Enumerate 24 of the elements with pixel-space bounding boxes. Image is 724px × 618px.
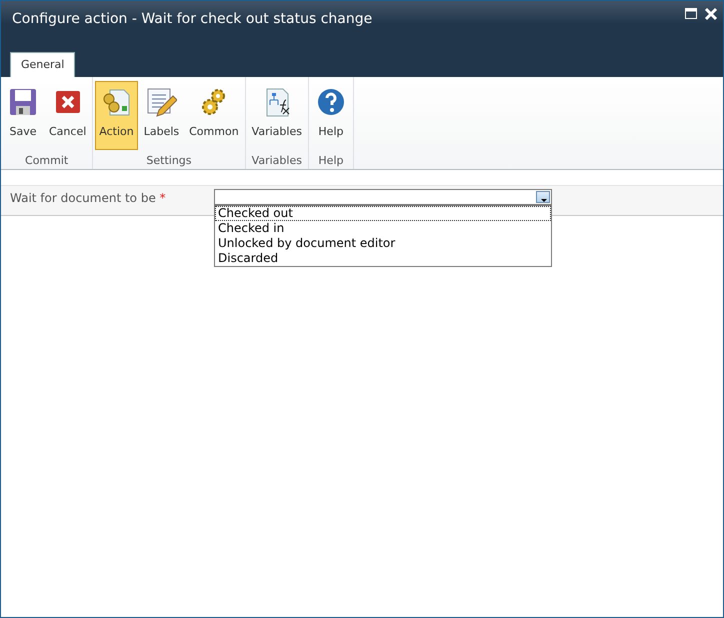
maximize-icon[interactable]: [684, 6, 698, 20]
group-label: Variables: [250, 153, 303, 169]
dropdown-field[interactable]: [214, 189, 552, 205]
required-mark: *: [160, 191, 166, 205]
ribbon-button[interactable]: Cancel: [45, 81, 90, 150]
ribbon-button[interactable]: Variables: [248, 81, 306, 150]
close-icon[interactable]: [704, 6, 718, 20]
group-label: Settings: [145, 153, 193, 169]
window-title: Configure action - Wait for check out status change: [11, 10, 374, 29]
ribbon-button[interactable]: Save: [3, 81, 43, 150]
save-icon: [7, 86, 39, 118]
group-label: Help: [317, 153, 344, 169]
document-pencil-icon: [145, 86, 178, 118]
field-label: Wait for document to be: [10, 191, 157, 205]
ribbon-button[interactable]: Common: [185, 81, 243, 150]
dropdown-option[interactable]: Checked in: [215, 221, 551, 236]
dropdown-option[interactable]: Unlocked by document editor: [215, 236, 551, 251]
ribbon-button[interactable]: Action: [95, 81, 138, 150]
ribbon-button[interactable]: Labels: [140, 81, 184, 150]
ribbon-tab[interactable]: General: [10, 52, 76, 77]
dropdown-option[interactable]: Checked out: [215, 206, 551, 221]
help-button[interactable]: Help: [310, 81, 351, 150]
dropdown-option[interactable]: Discarded: [215, 251, 551, 266]
group-label: Commit: [24, 153, 70, 169]
